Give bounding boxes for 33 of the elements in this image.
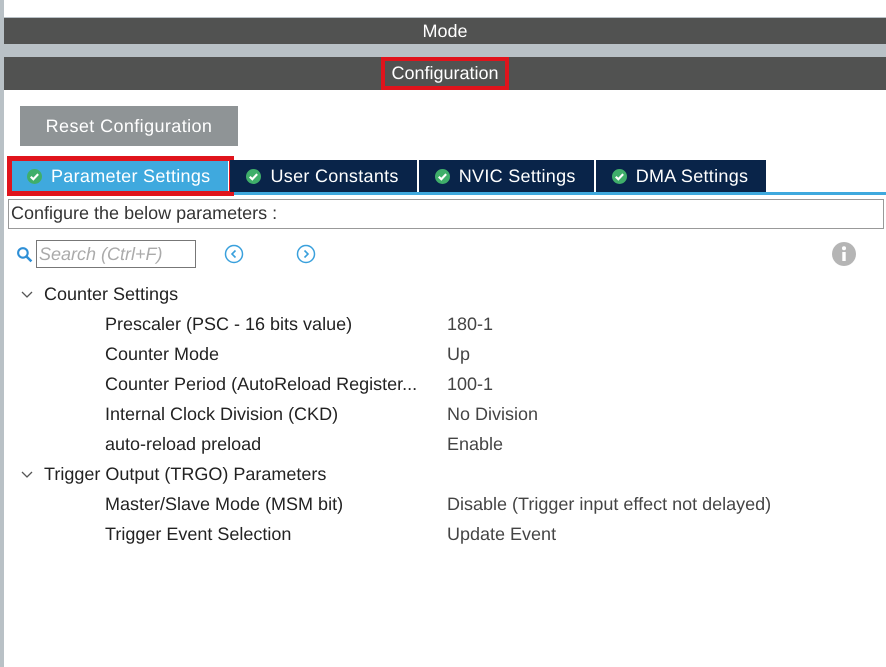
parameter-value[interactable]: No Division — [447, 404, 538, 424]
parameter-value[interactable]: Enable — [447, 434, 504, 454]
search-field[interactable]: Search (Ctrl+F) — [36, 240, 196, 268]
check-circle-icon — [612, 168, 627, 184]
parameter-value[interactable]: Up — [447, 344, 470, 364]
next-icon[interactable] — [296, 244, 316, 264]
tab[interactable]: NVIC Settings — [418, 160, 596, 192]
parameter-name[interactable]: Master/Slave Mode (MSM bit) — [105, 494, 447, 514]
info-icon[interactable] — [832, 242, 856, 266]
previous-icon[interactable] — [224, 244, 244, 264]
section-header-bar[interactable]: Mode — [4, 17, 886, 56]
check-circle-icon — [434, 168, 450, 184]
tab[interactable]: DMA Settings — [596, 160, 768, 192]
tab[interactable]: User Constants — [230, 160, 419, 192]
section-header-bar[interactable]: Configuration — [4, 56, 886, 90]
parameter-name[interactable]: Trigger Event Selection — [105, 524, 447, 544]
group-label[interactable]: Trigger Output (TRGO) Parameters — [44, 464, 326, 484]
parameter-value[interactable]: Disable (Trigger input effect not delayed) — [447, 494, 772, 514]
group-label[interactable]: Counter Settings — [44, 284, 178, 304]
section-title: Mode — [421, 20, 469, 42]
parameter-name[interactable]: auto-reload preload — [105, 434, 447, 454]
parameter-name[interactable]: Counter Period (AutoReload Register... — [105, 374, 447, 394]
parameter-value[interactable]: 100-1 — [447, 374, 494, 394]
search-icon — [16, 246, 33, 262]
parameter-name[interactable]: Internal Clock Division (CKD) — [105, 404, 447, 424]
description-text: Configure the below parameters : — [8, 199, 884, 229]
check-circle-icon — [27, 168, 42, 184]
parameter-value[interactable]: 180-1 — [447, 314, 494, 334]
parameter-value[interactable]: Update Event — [447, 524, 556, 544]
parameter-name[interactable]: Counter Mode — [105, 344, 447, 364]
check-circle-icon — [246, 168, 262, 184]
parameter-name[interactable]: Prescaler (PSC - 16 bits value) — [105, 314, 447, 334]
section-title: Configuration — [381, 57, 509, 90]
